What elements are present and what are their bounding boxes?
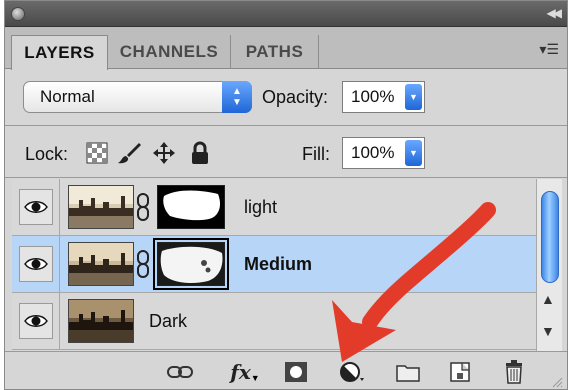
layer-thumbnail xyxy=(68,185,134,229)
layers-list: light Medium Dark xyxy=(12,179,536,351)
lock-transparent-pixels-icon[interactable] xyxy=(85,141,109,165)
mask-link-chain-icon[interactable] xyxy=(136,193,150,221)
delete-layer-trash-icon[interactable] xyxy=(501,360,527,384)
lock-image-pixels-brush-icon[interactable] xyxy=(117,141,141,165)
close-icon[interactable] xyxy=(11,7,25,21)
panel-tabs: LAYERS CHANNELS PATHS ▾☰ xyxy=(5,27,567,70)
layer-thumbnail xyxy=(68,299,134,343)
lock-label: Lock: xyxy=(25,144,69,164)
visibility-toggle[interactable] xyxy=(12,236,60,292)
tab-layers[interactable]: LAYERS xyxy=(11,35,108,70)
eye-icon xyxy=(23,315,48,327)
layer-row-dark[interactable]: Dark xyxy=(12,293,536,350)
visibility-toggle[interactable] xyxy=(12,293,60,349)
layers-scrollbar[interactable]: ▲ ▼ xyxy=(536,179,562,351)
panel-titlebar: ◀◀ xyxy=(5,1,567,27)
lock-all-padlock-icon[interactable] xyxy=(188,141,212,165)
opacity-dropdown-icon[interactable]: ▼ xyxy=(405,84,422,110)
resize-grip-icon[interactable] xyxy=(551,376,563,388)
opacity-value: 100% xyxy=(351,87,395,106)
visibility-toggle[interactable] xyxy=(12,179,60,235)
mask-link-chain-icon[interactable] xyxy=(136,250,150,278)
add-mask-icon[interactable] xyxy=(283,360,309,384)
fill-value: 100% xyxy=(351,143,395,162)
lock-position-move-icon[interactable] xyxy=(152,141,176,165)
divider xyxy=(5,125,567,126)
tab-channels[interactable]: CHANNELS xyxy=(108,35,231,69)
layers-panel: ◀◀ LAYERS CHANNELS PATHS ▾☰ Normal ▲ ▼ Op… xyxy=(4,0,568,390)
layer-name[interactable]: light xyxy=(244,197,277,218)
link-layers-icon[interactable] xyxy=(167,360,193,384)
fill-input[interactable]: 100% ▼ xyxy=(342,137,425,169)
eye-icon xyxy=(23,258,48,270)
tab-paths[interactable]: PATHS xyxy=(231,35,319,69)
layer-mask-thumbnail[interactable] xyxy=(153,238,229,290)
select-arrows-icon: ▲ ▼ xyxy=(222,81,252,113)
scroll-down-arrow-icon[interactable]: ▼ xyxy=(541,323,555,339)
layer-row-light[interactable]: light xyxy=(12,179,536,236)
blend-mode-value: Normal xyxy=(40,87,95,106)
panel-menu-icon[interactable]: ▾☰ xyxy=(539,41,559,58)
layer-mask-thumbnail[interactable] xyxy=(157,185,225,229)
fill-label: Fill: xyxy=(302,144,330,164)
fill-dropdown-icon[interactable]: ▼ xyxy=(405,140,422,166)
layers-bottom-toolbar: fx ▼ xyxy=(5,351,567,389)
layer-row-medium[interactable]: Medium xyxy=(12,236,536,293)
collapse-panel-icon[interactable]: ◀◀ xyxy=(547,6,563,20)
eye-icon xyxy=(23,201,48,213)
fx-label: fx xyxy=(230,360,251,384)
layer-thumbnail xyxy=(68,242,134,286)
layer-name[interactable]: Dark xyxy=(149,311,187,332)
scrollbar-thumb[interactable] xyxy=(541,191,559,283)
layer-name[interactable]: Medium xyxy=(244,254,312,275)
blend-mode-select[interactable]: Normal ▲ ▼ xyxy=(23,81,252,113)
layer-style-fx-icon[interactable]: fx ▼ xyxy=(229,360,261,384)
opacity-input[interactable]: 100% ▼ xyxy=(342,81,425,113)
opacity-label: Opacity: xyxy=(262,87,329,107)
divider xyxy=(5,177,567,178)
new-adjustment-layer-icon[interactable] xyxy=(339,360,365,384)
new-group-folder-icon[interactable] xyxy=(395,360,421,384)
scroll-up-arrow-icon[interactable]: ▲ xyxy=(541,291,555,307)
new-layer-icon[interactable] xyxy=(447,360,473,384)
